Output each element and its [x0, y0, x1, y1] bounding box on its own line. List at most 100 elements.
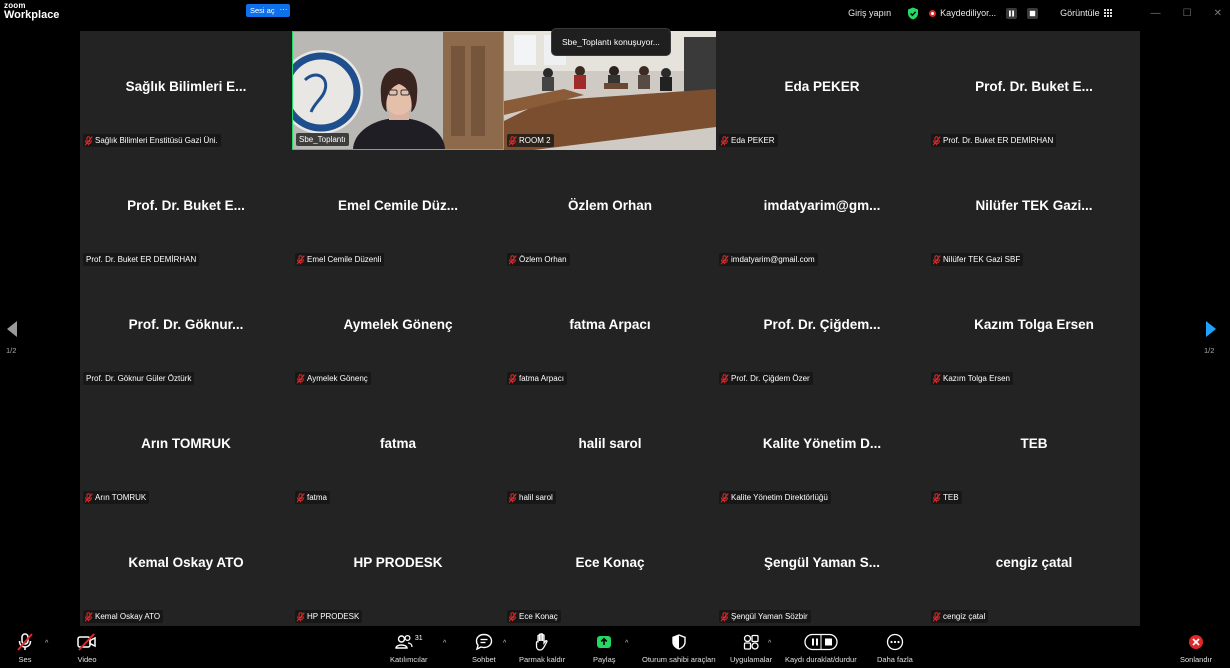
mic-muted-icon — [84, 492, 93, 503]
participant-tile[interactable]: Kazım Tolga Ersen Kazım Tolga Ersen — [928, 269, 1140, 388]
participant-tile[interactable]: cengiz çatal cengiz çatal — [928, 507, 1140, 626]
participant-tile[interactable]: Emel Cemile Düz... Emel Cemile Düzenli — [292, 150, 504, 269]
recording-pause-button[interactable] — [1006, 7, 1018, 19]
previous-page-arrow-icon[interactable] — [5, 320, 19, 338]
participant-tile[interactable]: Prof. Dr. Buket E... Prof. Dr. Buket ER D… — [928, 31, 1140, 150]
recording-dot-icon — [929, 9, 937, 17]
mic-muted-icon — [932, 611, 941, 622]
participant-name-text: Arın TOMRUK — [95, 493, 147, 502]
participants-options-chevron-icon[interactable]: ^ — [443, 640, 446, 647]
participant-name-label: imdatyarim@gmail.com — [719, 253, 818, 266]
participant-tile[interactable]: Sbe_Toplantı — [292, 31, 504, 150]
participant-name-text: Prof. Dr. Buket ER DEMİRHAN — [86, 255, 197, 264]
participant-name-label: fatma Arpacı — [507, 372, 567, 385]
participant-display-name: cengiz çatal — [995, 555, 1073, 570]
participant-display-name: Özlem Orhan — [567, 198, 653, 213]
next-page-arrow-icon[interactable] — [1204, 320, 1218, 338]
raise-hand-button[interactable]: Parmak kaldır — [519, 632, 565, 664]
participant-display-name: halil sarol — [578, 436, 642, 451]
tile-more-options-button[interactable]: ··· — [277, 4, 290, 17]
security-shield-icon[interactable] — [907, 7, 919, 20]
minimize-button[interactable]: — — [1151, 8, 1161, 19]
participant-name-text: Kalite Yönetim Direktörlüğü — [731, 493, 828, 502]
page-indicator-left: 1/2 — [6, 346, 17, 355]
end-meeting-button[interactable]: Sonlandır — [1180, 632, 1212, 664]
mic-muted-icon — [508, 492, 517, 503]
participant-name-text: Nilüfer TEK Gazi SBF — [943, 255, 1021, 264]
participant-name-label: Sbe_Toplantı — [296, 133, 349, 146]
page-indicator-right: 1/2 — [1204, 346, 1215, 355]
participant-tile[interactable]: Prof. Dr. Buket E... Prof. Dr. Buket ER D… — [80, 150, 292, 269]
participant-name-label: Prof. Dr. Buket ER DEMİRHAN — [83, 253, 200, 266]
participant-name-text: Sağlık Bilimleri Enstitüsü Gazi Üni. — [95, 136, 218, 145]
mic-muted-icon — [932, 135, 941, 146]
stop-icon — [1029, 10, 1036, 16]
participant-name-label: Nilüfer TEK Gazi SBF — [931, 253, 1024, 266]
participant-name-label: Sağlık Bilimleri Enstitüsü Gazi Üni. — [83, 134, 221, 147]
participant-name-label: TEB — [931, 491, 962, 504]
video-button[interactable]: Video — [76, 632, 98, 664]
raise-hand-label: Parmak kaldır — [519, 655, 566, 664]
participant-display-name: Kemal Oskay ATO — [128, 555, 244, 570]
participant-tile[interactable]: Şengül Yaman S... Şengül Yaman Sözbir — [716, 507, 928, 626]
audio-options-chevron-icon[interactable]: ^ — [45, 640, 48, 647]
participant-tile[interactable]: fatma fatma — [292, 388, 504, 507]
participant-name-text: Şengül Yaman Sözbir — [731, 612, 808, 621]
participant-name-text: Sbe_Toplantı — [299, 135, 346, 144]
participant-tile[interactable]: TEB TEB — [928, 388, 1140, 507]
participant-tile[interactable]: Prof. Dr. Göknur... Prof. Dr. Göknur Güle… — [80, 269, 292, 388]
maximize-button[interactable]: ☐ — [1183, 8, 1192, 19]
participant-tile[interactable]: fatma Arpacı fatma Arpacı — [504, 269, 716, 388]
participant-tile[interactable]: halil sarol halil sarol — [504, 388, 716, 507]
mic-muted-icon — [508, 254, 517, 265]
recording-indicator: Kaydediliyor... — [929, 8, 996, 18]
participant-tile[interactable]: Kalite Yönetim D... Kalite Yönetim Direkt… — [716, 388, 928, 507]
share-label: Paylaş — [593, 655, 616, 664]
participant-tile[interactable]: Sağlık Bilimleri E... Sağlık Bilimleri En… — [80, 31, 292, 150]
share-button[interactable]: Paylaş — [593, 632, 616, 664]
share-screen-icon — [597, 636, 612, 648]
record-pause-stop-button[interactable]: Kaydı duraklat/durdur — [785, 632, 857, 664]
participant-tile[interactable]: Özlem Orhan Özlem Orhan — [504, 150, 716, 269]
apps-options-chevron-icon[interactable]: ^ — [768, 640, 771, 647]
mic-muted-icon — [84, 135, 93, 146]
audio-button[interactable]: Ses — [16, 632, 34, 664]
host-tools-button[interactable]: Oturum sahibi araçları — [642, 632, 716, 664]
participant-tile[interactable]: Arın TOMRUK Arın TOMRUK — [80, 388, 292, 507]
participant-name-text: Prof. Dr. Çiğdem Özer — [731, 374, 810, 383]
participant-name-text: fatma — [307, 493, 328, 502]
participant-tile[interactable]: HP PRODESK HP PRODESK — [292, 507, 504, 626]
chat-button[interactable]: Sohbet — [472, 632, 496, 664]
participant-name-label: Şengül Yaman Sözbir — [719, 610, 811, 623]
login-link[interactable]: Giriş yapın — [848, 8, 891, 18]
title-bar: zoom Workplace Giriş yapın Kaydediliyor.… — [0, 0, 1230, 26]
view-menu-button[interactable]: Görüntüle — [1060, 8, 1113, 18]
participant-tile[interactable]: Ece Konaç Ece Konaç — [504, 507, 716, 626]
more-button[interactable]: Daha fazla — [877, 632, 913, 664]
chat-icon — [475, 633, 493, 651]
share-options-chevron-icon[interactable]: ^ — [625, 640, 628, 647]
participant-tile[interactable]: Eda PEKER Eda PEKER — [716, 31, 928, 150]
participant-name-text: Emel Cemile Düzenli — [307, 255, 382, 264]
participant-name-label: Prof. Dr. Göknur Güler Öztürk — [83, 372, 195, 385]
mic-muted-icon — [508, 135, 517, 146]
participant-tile[interactable]: Aymelek Gönenç Aymelek Gönenç — [292, 269, 504, 388]
participant-tile[interactable]: Nilüfer TEK Gazi... Nilüfer TEK Gazi SBF — [928, 150, 1140, 269]
recording-stop-button[interactable] — [1027, 7, 1039, 19]
close-window-button[interactable]: ✕ — [1214, 8, 1222, 19]
recording-label: Kaydediliyor... — [940, 8, 997, 18]
apps-button[interactable]: Uygulamalar — [730, 632, 772, 664]
unmute-button[interactable]: Sesi aç — [246, 4, 279, 17]
participant-tile[interactable]: Prof. Dr. Çiğdem... Prof. Dr. Çiğdem Özer — [716, 269, 928, 388]
mic-muted-icon — [296, 492, 305, 503]
mic-muted-icon — [17, 633, 33, 651]
participant-name-label: fatma — [295, 491, 331, 504]
participant-tile[interactable]: imdatyarim@gm... imdatyarim@gmail.com — [716, 150, 928, 269]
chat-options-chevron-icon[interactable]: ^ — [503, 640, 506, 647]
participant-display-name: Kazım Tolga Ersen — [974, 317, 1094, 332]
participants-button[interactable]: 31 Katılımcılar — [390, 632, 428, 665]
participant-display-name: fatma — [379, 436, 416, 451]
participant-tile[interactable]: Kemal Oskay ATO Kemal Oskay ATO — [80, 507, 292, 626]
participant-name-text: Prof. Dr. Buket ER DEMİRHAN — [943, 136, 1054, 145]
participant-name-text: HP PRODESK — [307, 612, 360, 621]
